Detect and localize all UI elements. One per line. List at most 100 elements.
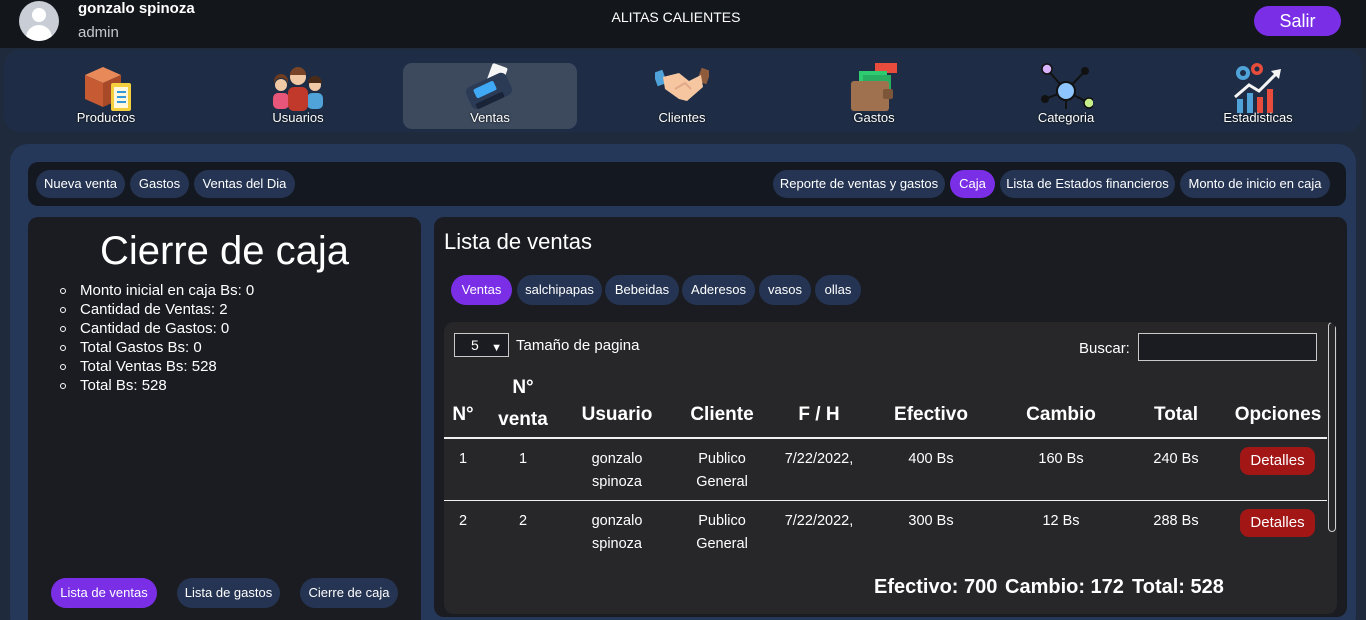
col-header-usuario[interactable]: Usuario [574, 404, 660, 426]
bullet [60, 288, 66, 294]
cierre-caja-button[interactable]: Cierre de caja [300, 578, 398, 608]
col-header-n-venta[interactable]: N° venta [494, 372, 552, 436]
cell-total: 288 Bs [1153, 513, 1199, 529]
nav-label: Productos [76, 110, 136, 125]
cell-n: 2 [458, 513, 468, 529]
stat-item: Total Ventas Bs: 528 [60, 357, 254, 376]
cell-n: 1 [458, 451, 468, 467]
ventas-title: Lista de ventas [444, 229, 592, 254]
lista-ventas-button[interactable]: Lista de ventas [51, 578, 157, 608]
user-role: admin [78, 24, 119, 41]
cierre-stats: Monto inicial en caja Bs: 0 Cantidad de … [60, 281, 254, 395]
nav-label: Estadisticas [1223, 110, 1293, 125]
chevron-down-icon: ▼ [491, 342, 502, 354]
col-header-n[interactable]: N° [444, 404, 482, 426]
main-nav: Productos Usuarios Ventas Clientes Gasto… [4, 50, 1362, 132]
cell-efectivo: 400 Bs [908, 451, 954, 467]
stat-item: Monto inicial en caja Bs: 0 [60, 281, 254, 300]
bullet [60, 364, 66, 370]
nav-label: Usuarios [272, 110, 324, 125]
bullet [60, 383, 66, 389]
logout-button[interactable]: Salir [1254, 6, 1341, 36]
nav-item-clientes[interactable]: Clientes [595, 63, 769, 129]
col-header-efectivo[interactable]: Efectivo [884, 404, 978, 426]
nav-item-ventas[interactable]: Ventas [403, 63, 577, 129]
ventas-table: 5 ▼ Tamaño de pagina Buscar: N° N° venta… [444, 322, 1337, 614]
stat-text: Total Bs: 528 [80, 377, 167, 394]
stat-text: Total Ventas Bs: 528 [80, 358, 217, 375]
card-terminal-icon [465, 63, 513, 110]
cell-cambio: 12 Bs [1042, 513, 1080, 529]
detalles-button[interactable]: Detalles [1240, 509, 1315, 537]
cell-usuario: gonzalo spinoza [591, 451, 643, 490]
wallet-cash-icon [851, 63, 897, 111]
lista-gastos-button[interactable]: Lista de gastos [177, 578, 280, 608]
cell-total: 240 Bs [1153, 451, 1199, 467]
cell-venta: 1 [518, 451, 528, 467]
col-header-fecha[interactable]: F / H [779, 404, 859, 426]
sub-nav: Nueva venta Gastos Ventas del Dia Report… [28, 162, 1346, 206]
cell-efectivo: 300 Bs [908, 513, 954, 529]
nav-item-productos[interactable]: Productos [19, 63, 193, 129]
tab-reporte[interactable]: Reporte de ventas y gastos [773, 170, 945, 198]
detalles-button[interactable]: Detalles [1240, 447, 1315, 475]
category-salchipapas[interactable]: salchipapas [517, 275, 602, 305]
col-header-cliente[interactable]: Cliente [679, 404, 765, 426]
network-nodes-icon [1041, 63, 1093, 109]
tab-estados-financieros[interactable]: Lista de Estados financieros [1000, 170, 1175, 198]
col-header-total[interactable]: Total [1144, 404, 1208, 426]
cell-venta: 2 [518, 513, 528, 529]
avatar-body [26, 25, 52, 41]
nav-item-gastos[interactable]: Gastos [787, 63, 961, 129]
col-header-opciones: Opciones [1234, 404, 1322, 425]
users-group-icon [273, 67, 323, 111]
scrollbar[interactable] [1327, 322, 1337, 532]
header-divider [444, 437, 1327, 439]
page-size-label: Tamaño de pagina [516, 337, 640, 354]
tab-caja[interactable]: Caja [950, 170, 995, 198]
cierre-card: Cierre de caja Monto inicial en caja Bs:… [28, 217, 421, 620]
scrollbar-thumb[interactable] [1328, 322, 1336, 532]
stat-item: Total Gastos Bs: 0 [60, 338, 254, 357]
nav-item-categoria[interactable]: Categoria [979, 63, 1153, 129]
cell-usuario: gonzalo spinoza [591, 513, 643, 552]
tab-gastos[interactable]: Gastos [130, 170, 189, 198]
category-ollas[interactable]: ollas [815, 275, 861, 305]
bullet [60, 345, 66, 351]
total-efectivo: Efectivo: 700 [874, 576, 998, 598]
page-size-select[interactable]: 5 ▼ [454, 333, 509, 357]
stat-item: Total Bs: 528 [60, 376, 254, 395]
category-ventas[interactable]: Ventas [451, 275, 512, 305]
cell-fecha: 7/22/2022, [784, 513, 854, 529]
search-label: Buscar: [1079, 340, 1130, 357]
cell-fecha: 7/22/2022, [784, 451, 854, 467]
nav-item-usuarios[interactable]: Usuarios [211, 63, 385, 129]
box-clipboard-icon [85, 67, 131, 111]
handshake-icon [655, 67, 709, 101]
bullet [60, 307, 66, 313]
content-panel: Nueva venta Gastos Ventas del Dia Report… [10, 144, 1356, 620]
tab-ventas-del-dia[interactable]: Ventas del Dia [194, 170, 295, 198]
bullet [60, 326, 66, 332]
category-vasos[interactable]: vasos [759, 275, 811, 305]
cell-cambio: 160 Bs [1038, 451, 1084, 467]
cierre-title: Cierre de caja [99, 229, 349, 273]
stat-text: Cantidad de Ventas: 2 [80, 301, 228, 318]
cell-cliente: Publico General [696, 513, 748, 552]
category-bebeidas[interactable]: Bebeidas [605, 275, 679, 305]
ventas-card: Lista de ventas Ventas salchipapas Bebei… [434, 217, 1347, 617]
nav-item-estadisticas[interactable]: Estadisticas [1171, 63, 1345, 129]
stat-text: Total Gastos Bs: 0 [80, 339, 202, 356]
tab-monto-inicio[interactable]: Monto de inicio en caja [1180, 170, 1330, 198]
nav-label: Gastos [853, 110, 895, 125]
col-header-cambio[interactable]: Cambio [1014, 404, 1108, 426]
search-input[interactable] [1138, 333, 1317, 361]
category-aderesos[interactable]: Aderesos [682, 275, 755, 305]
nav-label: Categoria [1037, 110, 1095, 125]
nav-label: Clientes [658, 110, 706, 125]
stat-text: Cantidad de Gastos: 0 [80, 320, 230, 337]
nav-label: Ventas [470, 110, 510, 125]
tab-nueva-venta[interactable]: Nueva venta [36, 170, 125, 198]
top-bar: gonzalo spinoza admin ALITAS CALIENTES S… [0, 0, 1366, 48]
total-total: Total: 528 [1132, 576, 1224, 598]
